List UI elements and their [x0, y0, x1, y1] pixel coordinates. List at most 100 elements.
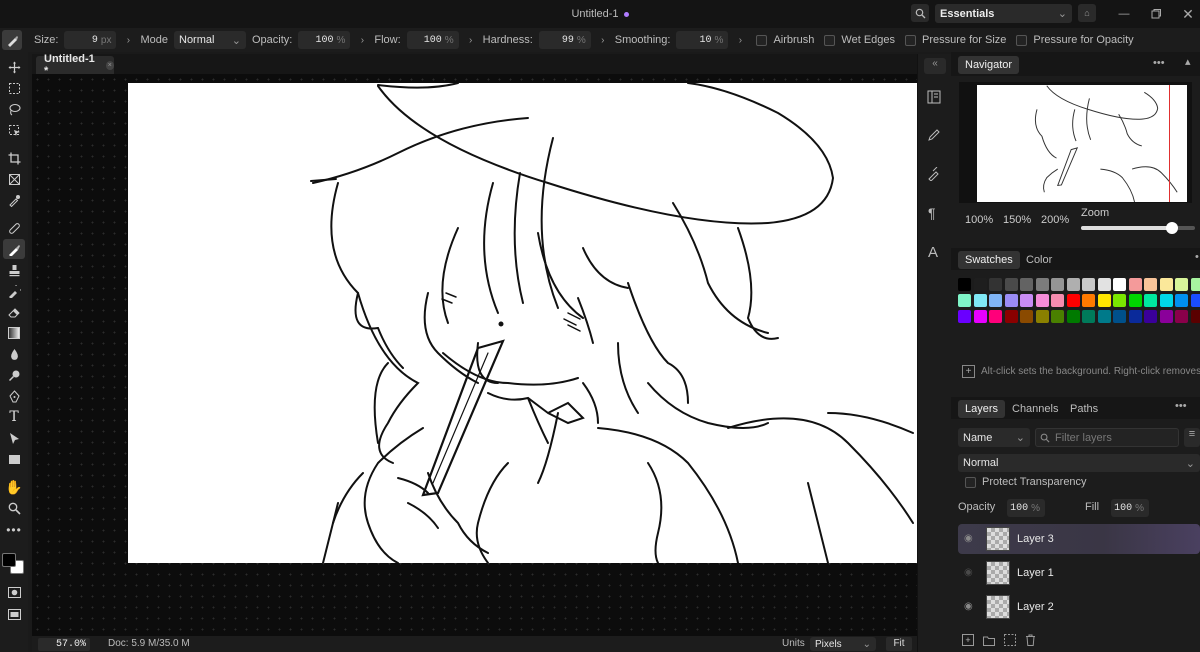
- color-swatch[interactable]: [1175, 310, 1188, 323]
- frame-tool[interactable]: [3, 169, 25, 189]
- color-swatch[interactable]: [1144, 278, 1157, 291]
- clone-stamp-tool[interactable]: [3, 260, 25, 280]
- color-swatch[interactable]: [1082, 294, 1095, 307]
- mask-icon[interactable]: [1004, 634, 1016, 646]
- type-tool[interactable]: T: [3, 407, 25, 427]
- zoom-slider-handle[interactable]: [1166, 222, 1179, 234]
- restore-button[interactable]: [1150, 8, 1166, 22]
- color-swatch[interactable]: [1051, 310, 1064, 323]
- color-swatch[interactable]: [1128, 294, 1142, 307]
- color-swatch[interactable]: [1066, 278, 1080, 291]
- collapse-panels-button[interactable]: «: [924, 58, 946, 74]
- brush-preset-button[interactable]: [2, 30, 22, 50]
- layer-filter-kind-select[interactable]: Name ⌄: [958, 428, 1030, 447]
- units-select[interactable]: Pixels ⌄: [810, 637, 876, 651]
- pen-tool[interactable]: [3, 386, 25, 406]
- color-swatch[interactable]: [1004, 294, 1018, 307]
- close-window-button[interactable]: ✕: [1180, 6, 1196, 22]
- minimize-button[interactable]: —: [1116, 8, 1132, 22]
- collapse-icon[interactable]: ▴: [1185, 55, 1191, 68]
- screen-mode-button[interactable]: [3, 604, 25, 624]
- crop-tool[interactable]: [3, 148, 25, 168]
- color-swatch[interactable]: [1082, 310, 1095, 323]
- color-swatch[interactable]: [958, 278, 971, 291]
- color-swatch[interactable]: [1175, 294, 1188, 307]
- color-swatch[interactable]: [1097, 278, 1111, 291]
- opacity-field[interactable]: 100%: [298, 31, 351, 49]
- document-canvas[interactable]: [128, 83, 917, 563]
- color-swatch[interactable]: [1113, 278, 1126, 291]
- pressure-opacity-checkbox[interactable]: [1016, 34, 1028, 46]
- new-layer-button[interactable]: +: [962, 634, 974, 646]
- size-chevron-icon[interactable]: ›: [122, 35, 134, 46]
- panel-menu-icon[interactable]: •: [1195, 251, 1199, 263]
- zoom-100-button[interactable]: 100%: [965, 214, 993, 226]
- color-swatch[interactable]: [1097, 294, 1111, 307]
- layer-row[interactable]: ◉ Layer 1: [958, 558, 1200, 588]
- color-swatch[interactable]: [1159, 294, 1173, 307]
- visibility-eye-icon[interactable]: ◉: [964, 601, 973, 612]
- flow-field[interactable]: 100%: [406, 31, 459, 49]
- navigator-view-box[interactable]: [977, 85, 1170, 202]
- navigator-preview[interactable]: [959, 82, 1192, 203]
- color-swatch[interactable]: [1020, 278, 1033, 291]
- color-swatches[interactable]: [2, 550, 26, 576]
- color-swatch[interactable]: [1113, 294, 1126, 307]
- new-swatch-button[interactable]: +: [962, 365, 975, 378]
- layer-filter-input[interactable]: Filter layers: [1035, 428, 1179, 447]
- color-swatch[interactable]: [1066, 310, 1080, 323]
- brushes-button[interactable]: [927, 166, 943, 183]
- color-swatch[interactable]: [1144, 310, 1157, 323]
- color-swatch[interactable]: [1020, 310, 1033, 323]
- marquee-tool[interactable]: [3, 78, 25, 98]
- color-swatch[interactable]: [1128, 278, 1142, 291]
- healing-brush-tool[interactable]: [3, 218, 25, 238]
- protect-transparency-checkbox[interactable]: [965, 476, 976, 488]
- history-brush-tool[interactable]: [3, 281, 25, 301]
- color-swatch[interactable]: [1082, 278, 1095, 291]
- brush-tool[interactable]: [3, 239, 25, 259]
- color-swatch[interactable]: [989, 278, 1002, 291]
- pressure-opacity-toggle[interactable]: Pressure for Opacity: [1016, 34, 1134, 46]
- panel-menu-icon[interactable]: •••: [1153, 57, 1165, 69]
- protect-transparency-toggle[interactable]: Protect Transparency: [965, 476, 1087, 488]
- color-swatch[interactable]: [1035, 278, 1049, 291]
- panel-menu-icon[interactable]: •••: [1175, 400, 1187, 412]
- color-swatch[interactable]: [1051, 294, 1064, 307]
- folder-icon[interactable]: [983, 635, 995, 646]
- airbrush-toggle[interactable]: Airbrush: [756, 34, 814, 46]
- flow-chevron-icon[interactable]: ›: [465, 35, 477, 46]
- layer-fill-field[interactable]: 100%: [1111, 499, 1149, 517]
- visibility-eye-icon[interactable]: ◉: [964, 533, 973, 544]
- rectangle-tool[interactable]: [3, 449, 25, 469]
- lasso-tool[interactable]: [3, 99, 25, 119]
- size-field[interactable]: 9 px: [64, 31, 117, 49]
- color-swatch[interactable]: [1159, 278, 1173, 291]
- foreground-color[interactable]: [2, 553, 16, 567]
- layer-row[interactable]: ◉ Layer 3: [958, 524, 1200, 554]
- cloud-docs-button[interactable]: ⌂: [1078, 4, 1096, 22]
- pressure-size-checkbox[interactable]: [905, 34, 917, 46]
- hardness-field[interactable]: 99%: [538, 31, 591, 49]
- color-swatch[interactable]: [1004, 310, 1018, 323]
- layer-row[interactable]: ◉ Layer 2: [958, 592, 1200, 622]
- blur-tool[interactable]: [3, 344, 25, 364]
- channels-tab[interactable]: Channels: [1005, 400, 1065, 418]
- zoom-tool[interactable]: [3, 498, 25, 518]
- zoom-200-button[interactable]: 200%: [1041, 214, 1069, 226]
- color-swatch[interactable]: [1128, 310, 1142, 323]
- color-swatch[interactable]: [1190, 278, 1200, 291]
- smoothing-field[interactable]: 10%: [676, 31, 729, 49]
- filter-options-button[interactable]: ≡: [1184, 428, 1200, 447]
- character-button[interactable]: A: [928, 244, 944, 261]
- search-help-button[interactable]: [911, 4, 929, 22]
- dodge-tool[interactable]: [3, 365, 25, 385]
- color-swatch[interactable]: [1066, 294, 1080, 307]
- opacity-chevron-icon[interactable]: ›: [356, 35, 368, 46]
- wet-edges-checkbox[interactable]: [824, 34, 836, 46]
- color-swatch[interactable]: [973, 310, 987, 323]
- wet-edges-toggle[interactable]: Wet Edges: [824, 34, 895, 46]
- hand-tool[interactable]: ✋: [3, 477, 25, 497]
- zoom-slider[interactable]: [1081, 222, 1195, 234]
- color-swatch[interactable]: [973, 278, 987, 291]
